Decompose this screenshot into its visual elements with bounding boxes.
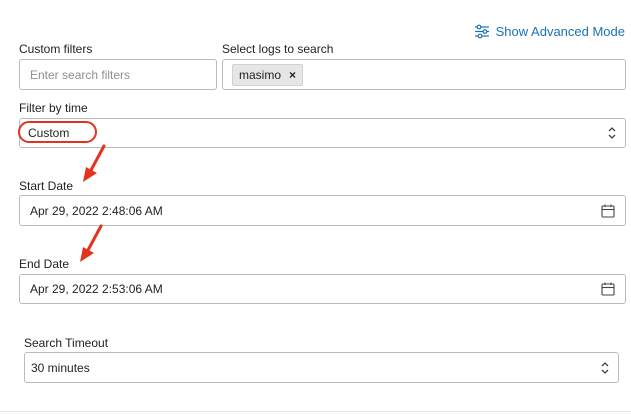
search-timeout-select[interactable]: 30 minutes <box>24 352 619 383</box>
log-chip-label: masimo <box>239 68 282 82</box>
end-date-value: Apr 29, 2022 2:53:06 AM <box>30 282 163 296</box>
annotation-arrow-icon <box>83 144 106 182</box>
select-logs-label: Select logs to search <box>222 42 334 56</box>
select-logs-input[interactable]: masimo × <box>222 59 626 90</box>
filter-by-time-select[interactable]: Custom <box>19 118 626 148</box>
search-timeout-value: 30 minutes <box>31 360 90 375</box>
start-date-input[interactable]: Apr 29, 2022 2:48:06 AM <box>19 195 626 226</box>
select-arrows-icon <box>601 361 609 374</box>
bottom-divider <box>0 411 631 412</box>
custom-filters-placeholder: Enter search filters <box>30 67 131 82</box>
start-date-value: Apr 29, 2022 2:48:06 AM <box>30 203 163 218</box>
log-chip-masimo: masimo × <box>232 64 304 86</box>
custom-filters-input[interactable]: Enter search filters <box>19 59 217 90</box>
annotation-arrow-icon <box>80 224 103 262</box>
calendar-icon[interactable] <box>601 204 615 218</box>
end-date-label: End Date <box>19 257 70 271</box>
end-date-input[interactable]: Apr 29, 2022 2:53:06 AM <box>19 274 626 304</box>
show-advanced-mode-link[interactable]: Show Advanced Mode <box>474 22 625 40</box>
show-advanced-mode-label[interactable]: Show Advanced Mode <box>496 24 625 39</box>
annotation-highlight-oval <box>18 121 97 143</box>
start-date-label: Start Date <box>19 179 74 193</box>
custom-filters-label: Custom filters <box>19 42 93 56</box>
calendar-icon[interactable] <box>601 282 615 296</box>
select-arrows-icon <box>608 127 616 139</box>
close-icon[interactable]: × <box>289 69 296 81</box>
search-timeout-label: Search Timeout <box>24 336 109 350</box>
sliders-icon <box>474 24 489 38</box>
filter-by-time-label: Filter by time <box>19 101 88 115</box>
